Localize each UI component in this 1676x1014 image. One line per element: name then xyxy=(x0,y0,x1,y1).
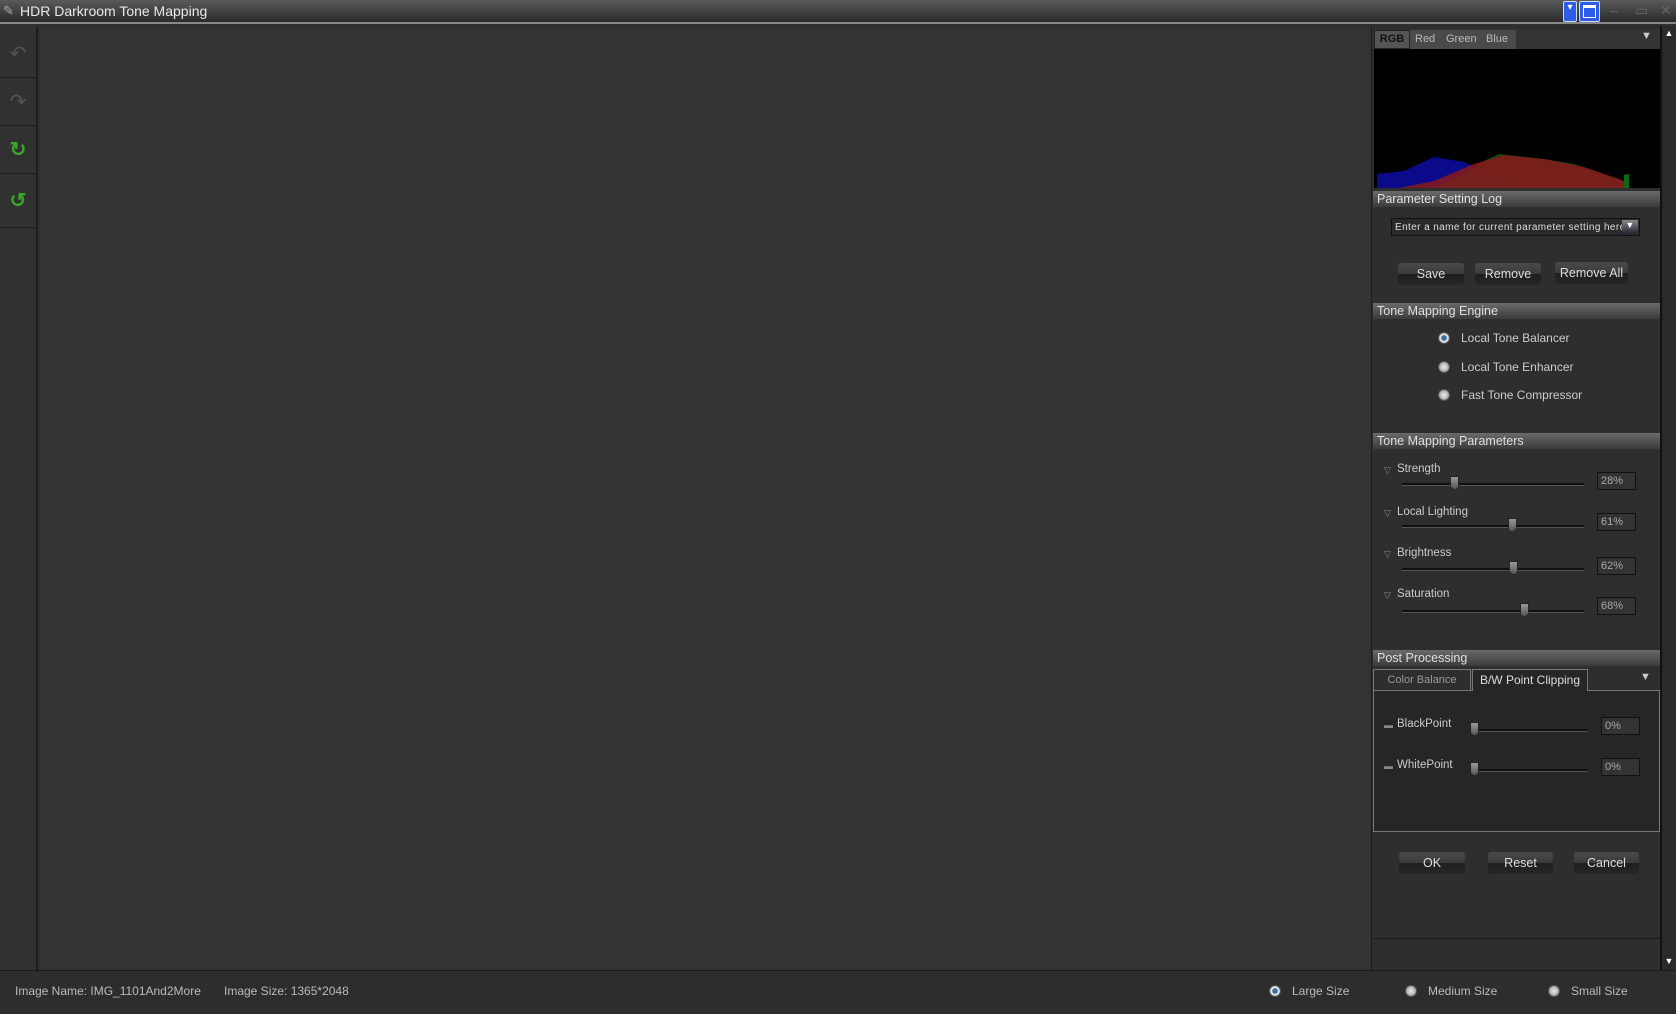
tab-rgb[interactable]: RGB xyxy=(1374,30,1410,49)
tab-bw-point-clipping[interactable]: B/W Point Clipping xyxy=(1472,669,1588,691)
brightness-value-field[interactable]: 62% xyxy=(1597,557,1636,575)
strength-slider[interactable] xyxy=(1402,483,1584,486)
app-icon: ✎ xyxy=(3,3,14,18)
save-button[interactable]: Save xyxy=(1398,263,1464,285)
maximize-button[interactable]: ▭ xyxy=(1635,2,1648,19)
image-size: Image Size: 1365*2048 xyxy=(224,984,349,998)
radio-small-size[interactable] xyxy=(1548,985,1560,997)
radio-local-tone-balancer[interactable] xyxy=(1438,332,1450,344)
scroll-down-icon[interactable]: ▼ xyxy=(1662,956,1676,966)
blackpoint-collapse-icon[interactable]: ▬ xyxy=(1384,720,1393,730)
dropdown-menu-icon[interactable]: ▾ xyxy=(1563,1,1577,22)
local-lighting-collapse-icon[interactable]: ▽ xyxy=(1384,508,1391,519)
histogram-menu-icon[interactable]: ▼ xyxy=(1641,30,1652,42)
local-lighting-label: Local Lighting xyxy=(1397,506,1468,518)
image-canvas[interactable] xyxy=(40,26,1371,970)
ok-button[interactable]: OK xyxy=(1399,852,1465,874)
radio-local-tone-enhancer[interactable] xyxy=(1438,361,1450,373)
remove-button[interactable]: Remove xyxy=(1475,263,1541,285)
engine-header: Tone Mapping Engine xyxy=(1373,303,1660,319)
tab-red[interactable]: Red xyxy=(1415,33,1435,45)
undo-icon[interactable]: ↶ xyxy=(0,30,36,78)
label-large-size[interactable]: Large Size xyxy=(1292,984,1349,998)
param-name-placeholder: Enter a name for current parameter setti… xyxy=(1395,222,1626,233)
param-name-combobox[interactable]: Enter a name for current parameter setti… xyxy=(1391,218,1640,236)
whitepoint-label: WhitePoint xyxy=(1397,759,1453,771)
params-header: Tone Mapping Parameters xyxy=(1373,433,1660,449)
brightness-label: Brightness xyxy=(1397,547,1452,559)
saturation-collapse-icon[interactable]: ▽ xyxy=(1384,590,1391,601)
rotate-clockwise-icon[interactable]: ↻ xyxy=(0,126,36,174)
strength-value-field[interactable]: 28% xyxy=(1597,472,1636,490)
cancel-button[interactable]: Cancel xyxy=(1574,852,1639,874)
histogram xyxy=(1374,49,1660,188)
brightness-collapse-icon[interactable]: ▽ xyxy=(1384,549,1391,560)
label-local-tone-enhancer[interactable]: Local Tone Enhancer xyxy=(1461,360,1574,374)
rotate-counterclockwise-icon[interactable]: ↺ xyxy=(0,174,36,228)
scroll-up-icon[interactable]: ▲ xyxy=(1662,28,1676,38)
panel-scrollbar[interactable]: ▲ ▼ xyxy=(1660,26,1676,970)
label-local-tone-balancer[interactable]: Local Tone Balancer xyxy=(1461,331,1570,345)
title-bar: ✎ HDR Darkroom Tone Mapping ▾ – ▭ ✕ xyxy=(0,0,1676,24)
window-title: HDR Darkroom Tone Mapping xyxy=(20,3,208,19)
minimize-button[interactable]: – xyxy=(1610,2,1618,18)
reset-button[interactable]: Reset xyxy=(1488,852,1553,874)
combobox-dropdown-icon[interactable]: ▼ xyxy=(1622,220,1638,234)
radio-fast-tone-compressor[interactable] xyxy=(1438,389,1450,401)
whitepoint-collapse-icon[interactable]: ▬ xyxy=(1384,761,1393,771)
label-medium-size[interactable]: Medium Size xyxy=(1428,984,1497,998)
image-name: Image Name: IMG_1101And2More xyxy=(15,984,201,998)
strength-collapse-icon[interactable]: ▽ xyxy=(1384,465,1391,476)
post-menu-icon[interactable]: ▼ xyxy=(1640,671,1651,683)
tab-blue[interactable]: Blue xyxy=(1486,33,1508,45)
saturation-value-field[interactable]: 68% xyxy=(1597,597,1636,615)
saturation-slider[interactable] xyxy=(1402,610,1584,613)
blackpoint-slider[interactable] xyxy=(1470,729,1588,732)
window-layout-icon[interactable] xyxy=(1579,1,1600,22)
whitepoint-value-field[interactable]: 0% xyxy=(1601,758,1640,776)
label-small-size[interactable]: Small Size xyxy=(1571,984,1628,998)
close-button[interactable]: ✕ xyxy=(1660,2,1672,19)
tab-green[interactable]: Green xyxy=(1446,33,1477,45)
strength-label: Strength xyxy=(1397,463,1441,475)
radio-medium-size[interactable] xyxy=(1405,985,1417,997)
param-log-header: Parameter Setting Log xyxy=(1373,191,1660,207)
brightness-slider[interactable] xyxy=(1402,568,1584,571)
blackpoint-value-field[interactable]: 0% xyxy=(1601,717,1640,735)
saturation-label: Saturation xyxy=(1397,588,1450,600)
tab-color-balance[interactable]: Color Balance xyxy=(1373,669,1471,690)
post-processing-header: Post Processing xyxy=(1373,650,1660,666)
local-lighting-value-field[interactable]: 61% xyxy=(1597,513,1636,531)
whitepoint-slider[interactable] xyxy=(1470,769,1588,772)
divider xyxy=(1373,938,1660,939)
local-lighting-slider[interactable] xyxy=(1402,525,1584,528)
left-toolbar: ↶ ↷ ↻ ↺ xyxy=(0,26,38,970)
remove-all-button[interactable]: Remove All xyxy=(1555,262,1628,284)
radio-large-size[interactable] xyxy=(1269,985,1281,997)
redo-icon[interactable]: ↷ xyxy=(0,78,36,126)
blackpoint-label: BlackPoint xyxy=(1397,718,1452,730)
histogram-tabbar: RGB Red Green Blue ▼ xyxy=(1373,29,1660,49)
label-fast-tone-compressor[interactable]: Fast Tone Compressor xyxy=(1461,388,1582,402)
